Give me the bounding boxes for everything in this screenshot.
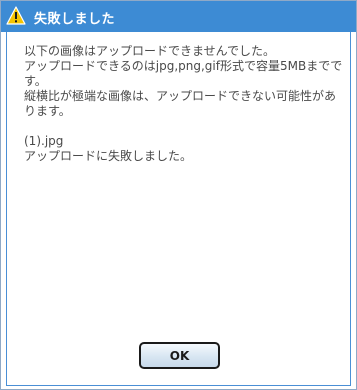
failed-file-status: アップロードに失敗しました。 xyxy=(24,149,193,163)
upload-failed-dialog: 失敗しました 以下の画像はアップロードできませんでした。 アップロードできるのは… xyxy=(0,0,357,390)
dialog-title: 失敗しました xyxy=(34,12,116,27)
dialog-message: 以下の画像はアップロードできませんでした。 アップロードできるのはjpg,png… xyxy=(24,44,346,164)
message-line: 縦横比が極端な画像は、アップロードできない可能性があります。 xyxy=(24,89,337,118)
dialog-titlebar: 失敗しました xyxy=(1,1,356,32)
failed-file-name: (1).jpg xyxy=(24,134,64,148)
dialog-body: 以下の画像はアップロードできませんでした。 アップロードできるのはjpg,png… xyxy=(6,32,351,386)
message-line: アップロードできるのはjpg,png,gif形式で容量5MBまでです。 xyxy=(24,59,343,88)
message-line: 以下の画像はアップロードできませんでした。 xyxy=(24,44,276,58)
ok-button[interactable]: OK xyxy=(139,342,220,369)
warning-icon xyxy=(6,6,26,25)
